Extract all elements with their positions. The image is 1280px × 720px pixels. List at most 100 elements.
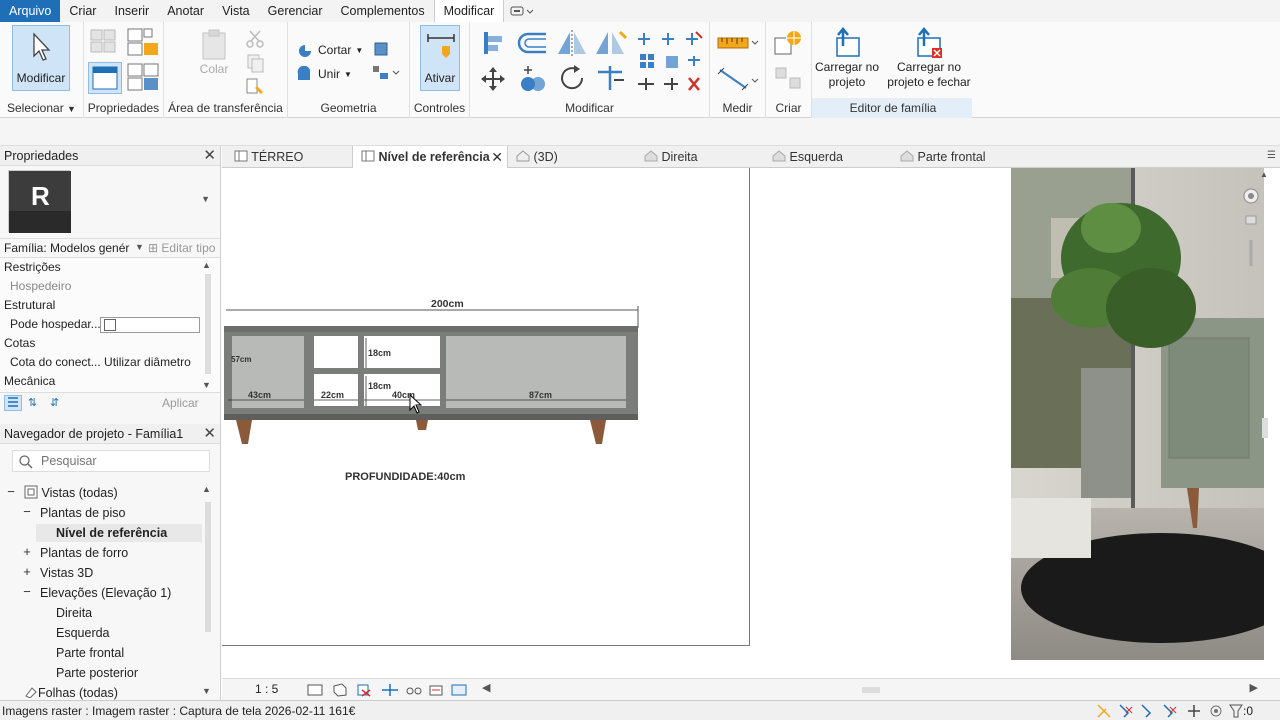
selection-filter-icons[interactable] [1096, 703, 1256, 719]
tab-front[interactable]: Parte frontal [896, 146, 990, 168]
drawing-canvas[interactable]: 200cm 57cm 18cm 18cm 43cm 22cm 40cm 87cm… [222, 168, 1270, 678]
menu-arquivo[interactable]: Arquivo [0, 0, 61, 22]
tab-right[interactable]: Direita [640, 146, 702, 168]
menu-criar[interactable]: Criar [60, 0, 105, 22]
edit-type-button[interactable]: ⊞ Editar tipo [148, 241, 215, 255]
sort-ascending-icon[interactable]: ⇅ [28, 396, 37, 409]
category-mecanica[interactable]: Mecânica [0, 372, 220, 391]
interior-photo-image[interactable] [1011, 168, 1264, 660]
trim-extend-icon[interactable] [594, 62, 628, 94]
apply-button[interactable]: Aplicar [162, 396, 199, 410]
array-scale-pin-icons[interactable] [634, 52, 706, 96]
scroll-down-icon[interactable]: ▼ [202, 686, 211, 696]
scissors-icon[interactable] [244, 28, 266, 50]
scroll-down-icon[interactable]: ▼ [202, 380, 211, 390]
copy-icon[interactable] [244, 52, 266, 74]
chevron-down-icon[interactable]: ▼ [201, 194, 210, 204]
scroll-thumb[interactable] [205, 502, 211, 632]
navigation-bar[interactable] [1242, 186, 1260, 276]
aligned-dimension-icon[interactable] [716, 66, 760, 92]
scroll-up-icon[interactable]: ▲ [202, 260, 211, 270]
close-icon[interactable]: ✕ [203, 424, 216, 444]
tree-3d-views[interactable]: Vistas 3D [40, 564, 93, 582]
type-properties-icon[interactable] [89, 28, 119, 56]
offset-icon[interactable] [516, 30, 550, 56]
category-estrutural[interactable]: Estrutural [0, 296, 220, 315]
scroll-thumb[interactable] [1262, 418, 1268, 438]
menu-anotar[interactable]: Anotar [158, 0, 213, 22]
split-and-trim-icons[interactable] [634, 28, 706, 50]
tree-elev-back[interactable]: Parte posterior [56, 664, 138, 682]
load-into-project-button[interactable]: Carregar no projeto [812, 26, 882, 90]
family-selector[interactable]: Família: Modelos genér [4, 241, 129, 255]
properties-palette-icon[interactable] [88, 62, 122, 94]
view-scale[interactable]: 1 : 5 [255, 682, 278, 696]
family-category-icon[interactable] [126, 62, 160, 94]
family-types-icon[interactable] [126, 27, 160, 57]
category-restricoes[interactable]: Restrições [0, 258, 220, 277]
match-properties-icon[interactable] [244, 76, 266, 98]
properties-scrollbar[interactable]: ▲ ▼ [202, 258, 214, 392]
tree-ceiling-plans[interactable]: Plantas de forro [40, 544, 128, 562]
expand-icon[interactable]: + [22, 544, 32, 559]
scroll-right-icon[interactable]: ▶ [1250, 681, 1258, 694]
move-icon[interactable] [480, 66, 506, 92]
align-icon[interactable] [480, 30, 506, 56]
tab-3d[interactable]: (3D) [512, 146, 562, 168]
mirror-pick-axis-icon[interactable] [556, 28, 588, 58]
wall-joins-icon[interactable] [372, 40, 390, 58]
scroll-left-icon[interactable]: ◀ [482, 681, 490, 694]
type-selector[interactable]: R ▼ [0, 166, 220, 238]
collapse-icon[interactable]: − [22, 584, 32, 599]
tabs-menu-icon[interactable]: ☰ [1267, 150, 1276, 161]
mirror-draw-axis-icon[interactable] [594, 28, 628, 58]
activate-controls-button[interactable]: Ativar [420, 25, 460, 91]
horizontal-scroll-thumb[interactable] [862, 687, 880, 693]
tab-terreo[interactable]: TÉRREO [228, 146, 309, 168]
create-similar-icon[interactable] [772, 64, 806, 94]
join-button[interactable]: Unir ▼ [296, 66, 352, 82]
rotate-icon[interactable] [556, 62, 588, 94]
tree-elevations[interactable]: Elevações (Elevação 1) [40, 584, 171, 602]
cut-button[interactable]: Cortar ▼ [296, 42, 363, 58]
collapse-icon[interactable]: − [6, 484, 16, 499]
category-cotas[interactable]: Cotas [0, 334, 220, 353]
ribbon-toggle-icon[interactable] [508, 3, 538, 19]
sort-categorized-icon[interactable] [4, 395, 22, 411]
tab-left[interactable]: Esquerda [768, 146, 847, 168]
close-tab-icon[interactable]: ✕ [491, 146, 503, 168]
modify-tool-button[interactable]: Modificar [12, 25, 70, 91]
can-host-checkbox[interactable] [104, 319, 116, 331]
split-face-icon[interactable] [372, 64, 402, 82]
tree-views-all[interactable]: Vistas (todas) [24, 484, 118, 502]
sort-descending-icon[interactable]: ⇵ [50, 396, 59, 409]
chevron-down-icon[interactable]: ▼ [135, 242, 144, 252]
tree-floor-plans[interactable]: Plantas de piso [40, 504, 125, 522]
paste-button[interactable]: Colar [194, 28, 234, 82]
scroll-up-icon[interactable]: ▲ [1260, 170, 1268, 179]
close-icon[interactable]: ✕ [203, 146, 216, 166]
tree-elev-front[interactable]: Parte frontal [56, 644, 124, 662]
create-group-icon[interactable] [772, 28, 806, 58]
menu-gerenciar[interactable]: Gerenciar [259, 0, 332, 22]
tree-elev-right[interactable]: Direita [56, 604, 92, 622]
measure-icon[interactable] [716, 32, 760, 54]
search-input[interactable] [41, 453, 201, 469]
select-dropdown[interactable]: Selecionar ▼ [0, 101, 83, 115]
collapse-icon[interactable]: − [22, 504, 32, 519]
menu-modificar[interactable]: Modificar [433, 0, 505, 22]
expand-icon[interactable]: + [22, 564, 32, 579]
tree-elev-left[interactable]: Esquerda [56, 624, 110, 642]
menu-complementos[interactable]: Complementos [332, 0, 434, 22]
copy-elements-icon[interactable] [518, 64, 548, 94]
browser-scrollbar[interactable]: ▲ ▼ [202, 482, 214, 696]
scroll-thumb[interactable] [205, 274, 211, 374]
canvas-vertical-scrollbar[interactable]: ▲ [1260, 168, 1270, 678]
tab-ref-level[interactable]: Nível de referência ✕ [352, 146, 508, 168]
browser-search-box[interactable] [12, 450, 210, 472]
load-and-close-button[interactable]: Carregar no projeto e fechar [886, 26, 972, 90]
menu-vista[interactable]: Vista [213, 0, 259, 22]
menu-inserir[interactable]: Inserir [105, 0, 158, 22]
view-control-icons[interactable] [306, 682, 470, 698]
scroll-up-icon[interactable]: ▲ [202, 484, 211, 494]
